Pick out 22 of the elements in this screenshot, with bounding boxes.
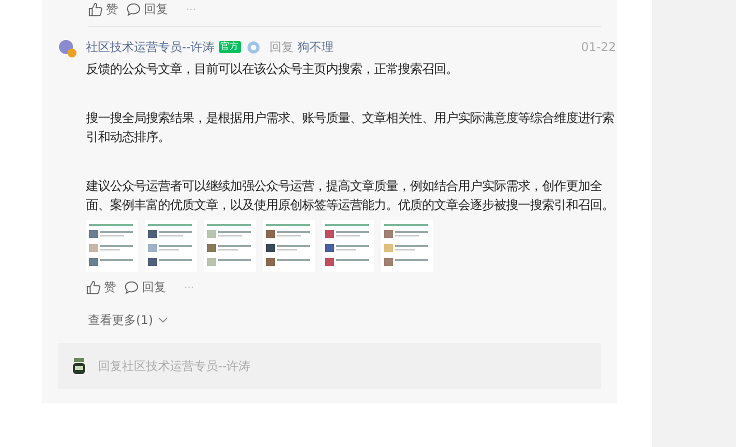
reply-button[interactable]: 回复	[124, 279, 166, 296]
comment-paragraph: 反馈的公众号文章，目前可以在该公众号主页内搜索，正常搜索召回。	[86, 60, 459, 78]
reply-to-name[interactable]: 狗不理	[298, 38, 334, 56]
comment-icon	[126, 2, 141, 16]
comment-paragraph: 建议公众号运营者可以继续加强公众号运营，提高文章质量，例如结合用户实际需求，创作更加全面、案例丰富的优质文章，以及使用原创标签等运营能力。优质的文章会逐步被搜一搜索引和召回。	[86, 176, 615, 214]
avatar-icon	[58, 39, 78, 59]
like-button[interactable]: 赞	[86, 279, 116, 296]
verified-icon	[246, 40, 260, 54]
show-more-link[interactable]: 查看更多(1)	[88, 312, 168, 328]
comment-icon	[124, 280, 139, 295]
like-button[interactable]: 赞	[88, 0, 118, 18]
thumbs-up-icon	[88, 2, 103, 16]
reply-button[interactable]: 回复	[126, 0, 168, 18]
reply-field[interactable]: 回复社区技术运营专员--许涛	[98, 358, 498, 372]
chevron-down-icon	[158, 317, 168, 323]
thumbs-up-icon	[86, 280, 101, 295]
comment-paragraph: 搜一搜全局搜索结果，是根据用户需求、账号质量、文章相关性、用户实际满意度等综合维度进行索引和动态排序。	[86, 108, 615, 146]
avatar-icon	[72, 358, 86, 374]
official-badge: 官方	[218, 41, 241, 53]
comment-date: 01-22	[581, 40, 616, 54]
author-name[interactable]: 社区技术运营专员--许涛	[86, 38, 215, 56]
reply-label: 回复	[270, 38, 294, 56]
